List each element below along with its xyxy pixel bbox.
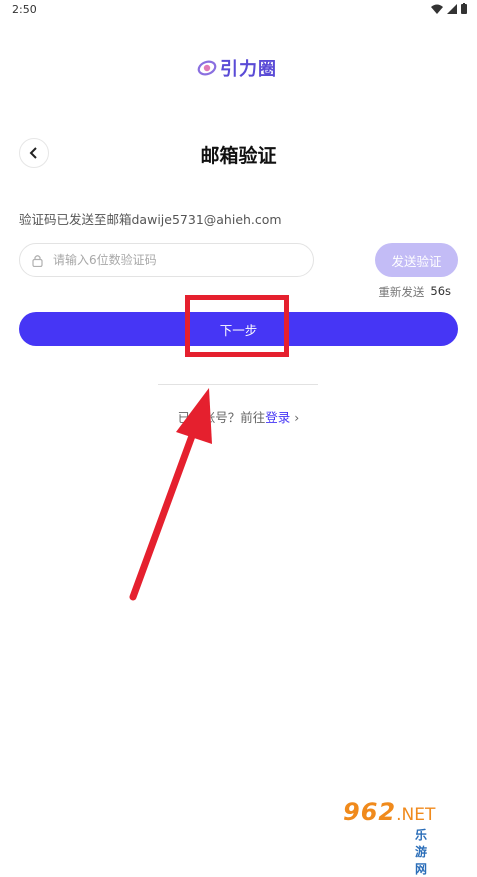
battery-icon [461, 3, 467, 14]
send-verification-button[interactable]: 发送验证 [375, 243, 458, 277]
watermark-sub: 乐游网 [415, 828, 428, 876]
logo-text: 引力圈 [220, 59, 277, 80]
next-step-button[interactable]: 下一步 [19, 312, 458, 346]
resend-countdown: 56s [430, 284, 451, 298]
watermark-net: .NET [396, 805, 436, 825]
status-time: 2:50 [12, 3, 37, 16]
app-logo: 引力圈 [197, 55, 277, 81]
wifi-icon [431, 4, 443, 14]
login-prompt-text: 已有账号？前往 [177, 410, 266, 425]
code-sent-info: 验证码已发送至邮箱dawije5731@ahieh.com [19, 212, 282, 227]
status-icons [431, 3, 467, 14]
logo-icon [197, 60, 217, 76]
divider [158, 384, 318, 385]
signal-icon [447, 3, 457, 14]
verification-code-field[interactable] [19, 243, 314, 277]
lock-icon [32, 254, 43, 267]
watermark: 962.NET 乐游网 [343, 798, 436, 876]
verification-code-input[interactable] [51, 252, 295, 268]
login-prompt: 已有账号？前往登录 › [0, 407, 477, 426]
resend-row: 重新发送 56s [378, 284, 451, 300]
page-title: 邮箱验证 [200, 145, 277, 167]
login-link[interactable]: 登录 [265, 410, 290, 425]
watermark-main: 962 [343, 798, 397, 826]
chevron-right-icon: › [294, 410, 300, 425]
status-bar: 2:50 [0, 0, 477, 20]
resend-label: 重新发送 [378, 285, 425, 299]
